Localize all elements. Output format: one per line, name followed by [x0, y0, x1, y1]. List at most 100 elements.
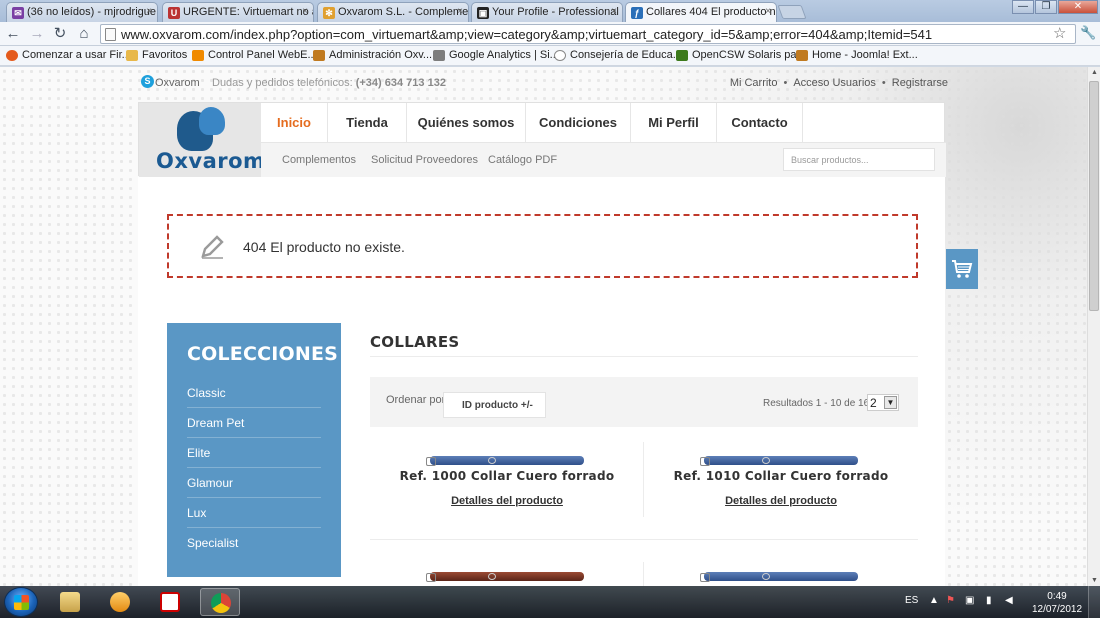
tab-urgente[interactable]: U URGENTE: Virtuemart no a ×: [162, 2, 314, 22]
tab-close-icon[interactable]: ×: [611, 6, 617, 17]
order-select[interactable]: ID producto +/-: [443, 392, 546, 418]
back-icon[interactable]: ←: [4, 25, 22, 43]
tab-close-icon[interactable]: ×: [146, 6, 152, 17]
profile-icon: ▣: [477, 7, 489, 19]
sidebar-item-specialist[interactable]: Specialist: [187, 528, 321, 558]
login-link[interactable]: Acceso Usuarios: [793, 77, 876, 89]
network-icon[interactable]: ▮: [986, 595, 992, 606]
error-message-box: 404 El producto no existe.: [167, 214, 918, 278]
bookmark-star-icon[interactable]: ☆: [1053, 24, 1066, 42]
tab-collares[interactable]: ƒ Collares 404 El producto no ×: [625, 2, 777, 23]
page-scrollbar[interactable]: ▲ ▼: [1087, 67, 1100, 586]
system-clock[interactable]: 0:49 12/07/2012: [1030, 590, 1084, 616]
tray-expand-icon[interactable]: ▲: [929, 595, 939, 606]
pencil-icon: [201, 235, 224, 259]
firefox-icon: [6, 50, 18, 61]
volume-icon[interactable]: ◀: [1005, 595, 1013, 606]
cart-link[interactable]: Mi Carrito: [730, 77, 778, 89]
bookmark-item[interactable]: Administración Oxv...: [313, 49, 432, 61]
monitor-icon[interactable]: ▣: [965, 595, 974, 606]
product-image[interactable]: [700, 456, 858, 466]
site-topbar: S Oxvarom Dudas y pedidos telefónicos: (…: [138, 75, 948, 95]
tab-close-icon[interactable]: ×: [457, 6, 463, 17]
tab-oxvarom[interactable]: ✻ Oxvarom S.L. - Compleme ×: [317, 2, 469, 22]
phone-label: Dudas y pedidos telefónicos:: [212, 77, 353, 89]
search-input[interactable]: Buscar productos...: [783, 148, 935, 171]
nav-contacto[interactable]: Contacto: [717, 103, 803, 143]
bookmark-folder[interactable]: Favoritos: [126, 49, 187, 61]
skype-icon[interactable]: S: [141, 75, 154, 88]
reload-icon[interactable]: ↻: [51, 25, 69, 43]
start-button[interactable]: [4, 587, 38, 617]
close-window-button[interactable]: ✕: [1058, 0, 1098, 14]
forum-icon: U: [168, 7, 180, 19]
bookmark-item[interactable]: Google Analytics | Si...: [433, 49, 559, 61]
product-image[interactable]: [426, 456, 584, 466]
subnav-complementos[interactable]: Complementos: [282, 154, 356, 166]
product-image[interactable]: [426, 572, 584, 582]
joomla-icon: [796, 50, 808, 61]
bookmark-item[interactable]: Consejería de Educa...: [554, 49, 682, 61]
register-link[interactable]: Registrarse: [892, 77, 948, 89]
product-name[interactable]: Ref. 1000 Collar Cuero forrado: [382, 469, 632, 483]
product-card: Ref. 1000 Collar Cuero forrado Detalles …: [382, 456, 632, 507]
tab-profile[interactable]: ▣ Your Profile - Professional ×: [471, 2, 623, 22]
bookmark-item[interactable]: Comenzar a usar Fir...: [6, 49, 131, 61]
subnav-proveedores[interactable]: Solicitud Proveedores: [371, 154, 478, 166]
nav-quienes-somos[interactable]: Quiénes somos: [407, 103, 526, 143]
media-player-taskbar-button[interactable]: [100, 588, 140, 616]
subnav-catalogo-pdf[interactable]: Catálogo PDF: [488, 154, 557, 166]
new-tab-button[interactable]: [777, 5, 807, 19]
flag-icon[interactable]: ⚑: [946, 595, 955, 606]
bookmark-label: Administración Oxv...: [329, 49, 433, 61]
address-bar[interactable]: www.oxvarom.com/index.php?option=com_vir…: [100, 24, 1076, 44]
product-name[interactable]: Ref. 1010 Collar Cuero forrado: [656, 469, 906, 483]
tab-close-icon[interactable]: ×: [765, 6, 771, 17]
page-icon: [105, 28, 116, 41]
explorer-taskbar-button[interactable]: [50, 588, 90, 616]
site-logo[interactable]: Oxvarom: [139, 103, 265, 177]
bookmark-item[interactable]: OpenCSW Solaris pa...: [676, 49, 806, 61]
nav-condiciones[interactable]: Condiciones: [526, 103, 631, 143]
sidebar-item-lux[interactable]: Lux: [187, 498, 321, 528]
nav-mi-perfil[interactable]: Mi Perfil: [631, 103, 717, 143]
floating-cart-button[interactable]: [946, 249, 978, 289]
scroll-up-icon[interactable]: ▲: [1090, 69, 1099, 76]
tab-label: (36 no leídos) - mjrodrigue: [27, 6, 157, 18]
logo-text: Oxvarom: [156, 149, 266, 173]
per-page-select[interactable]: 2 ▼: [867, 394, 899, 411]
skype-name[interactable]: Oxvarom: [155, 77, 200, 89]
tab-close-icon[interactable]: ×: [302, 6, 308, 17]
bookmark-item[interactable]: Control Panel WebE...: [192, 49, 317, 61]
sidebar-item-elite[interactable]: Elite: [187, 438, 321, 468]
forward-icon[interactable]: →: [28, 25, 46, 43]
scroll-thumb[interactable]: [1089, 81, 1099, 311]
tab-gmail[interactable]: ✉ (36 no leídos) - mjrodrigue ×: [6, 2, 158, 22]
product-details-link[interactable]: Detalles del producto: [656, 495, 906, 507]
nav-inicio[interactable]: Inicio: [261, 103, 328, 143]
product-image[interactable]: [700, 572, 858, 582]
opencsw-icon: [676, 50, 688, 61]
acrobat-taskbar-button[interactable]: [150, 588, 190, 616]
nav-tienda[interactable]: Tienda: [328, 103, 407, 143]
language-indicator[interactable]: ES: [905, 595, 918, 606]
sidebar-item-classic[interactable]: Classic: [187, 378, 321, 408]
wrench-menu-icon[interactable]: 🔧: [1080, 25, 1096, 41]
chrome-taskbar-button[interactable]: [200, 588, 240, 616]
folder-icon: [126, 50, 138, 61]
minimize-button[interactable]: —: [1012, 0, 1034, 14]
product-card: [656, 572, 906, 582]
scroll-down-icon[interactable]: ▼: [1090, 577, 1099, 584]
home-icon[interactable]: ⌂: [75, 25, 93, 43]
globe-icon: [554, 50, 566, 61]
maximize-button[interactable]: ❐: [1035, 0, 1057, 14]
chevron-down-icon[interactable]: ▼: [884, 396, 897, 409]
product-details-link[interactable]: Detalles del producto: [382, 495, 632, 507]
sidebar-item-dream-pet[interactable]: Dream Pet: [187, 408, 321, 438]
site-header: Oxvarom Inicio Tienda Quiénes somos Cond…: [138, 102, 946, 177]
bookmark-item[interactable]: Home - Joomla! Ext...: [796, 49, 918, 61]
bookmark-label: Control Panel WebE...: [208, 49, 317, 61]
sidebar-item-glamour[interactable]: Glamour: [187, 468, 321, 498]
show-desktop-button[interactable]: [1088, 586, 1100, 618]
mail-icon: ✉: [12, 7, 24, 19]
